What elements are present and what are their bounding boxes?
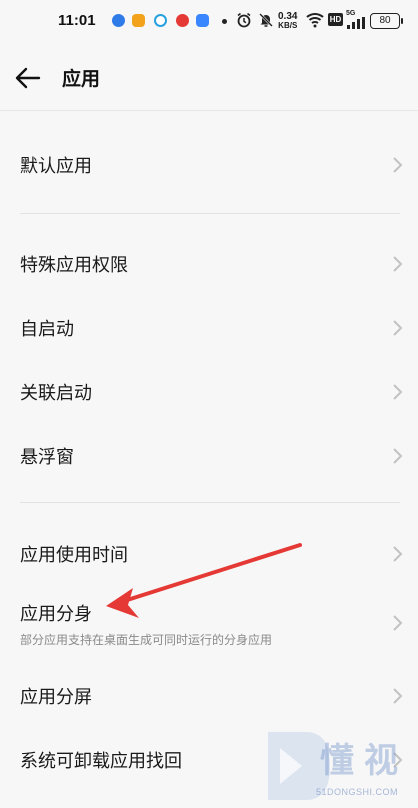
system-icons: 0.34 KB/S HD 5G 80 <box>222 10 412 32</box>
page-header: 应用 <box>0 44 418 114</box>
watermark-domain: 51DONGSHI.COM <box>316 787 399 797</box>
menu-item-label: 自启动 <box>20 319 74 340</box>
hd-badge: HD <box>328 13 343 26</box>
menu-item-label: 应用分身 <box>20 604 92 625</box>
notification-app-icon-5 <box>196 14 209 27</box>
menu-item-description: 部分应用支持在桌面生成可同时运行的分身应用 <box>20 633 273 647</box>
header-divider <box>0 110 418 111</box>
wifi-icon <box>306 13 324 28</box>
notification-app-icon-1 <box>112 14 125 27</box>
signal-type-label: 5G <box>346 10 356 17</box>
menu-item-split-screen[interactable]: 应用分屏 <box>0 662 418 726</box>
net-speed: 0.34 KB/S <box>278 12 297 30</box>
section-divider <box>20 213 400 214</box>
menu-item-label: 系统可卸载应用找回 <box>20 751 182 772</box>
chevron-right-icon <box>393 688 403 704</box>
menu-item-label: 默认应用 <box>20 156 92 177</box>
more-notifications-dot <box>222 19 227 24</box>
menu-item-label: 关联启动 <box>20 383 92 404</box>
menu-item-label: 应用使用时间 <box>20 545 128 566</box>
notification-app-icon-3 <box>154 14 167 27</box>
page-title: 应用 <box>62 68 101 90</box>
menu-item-default-apps[interactable]: 默认应用 <box>0 130 418 200</box>
notification-app-icon-2 <box>132 14 145 27</box>
notification-app-icon-4 <box>176 14 189 27</box>
chevron-right-icon <box>393 256 403 272</box>
chevron-right-icon <box>393 546 403 562</box>
menu-item-associated-start[interactable]: 关联启动 <box>0 358 418 422</box>
menu-item-floating-window[interactable]: 悬浮窗 <box>0 422 418 486</box>
menu-item-special-app-permissions[interactable]: 特殊应用权限 <box>0 230 418 296</box>
menu-item-label: 特殊应用权限 <box>20 255 128 276</box>
cellular-signal-icon <box>347 17 365 29</box>
chevron-right-icon <box>393 320 403 336</box>
menu-item-auto-start[interactable]: 自启动 <box>0 294 418 358</box>
battery-indicator: 80 <box>370 13 403 29</box>
menu-item-label: 应用分屏 <box>20 687 92 708</box>
section-divider <box>20 502 400 503</box>
menu-item-label: 悬浮窗 <box>20 447 74 468</box>
watermark-text: 懂视 <box>320 741 408 781</box>
status-bar: 11:01 0.34 KB/S HD 5G 80 <box>0 0 418 44</box>
menu-item-app-usage-time[interactable]: 应用使用时间 <box>0 520 418 584</box>
mute-bell-icon <box>259 13 273 27</box>
menu-item-app-clone[interactable]: 应用分身 部分应用支持在桌面生成可同时运行的分身应用 <box>0 584 418 662</box>
net-speed-unit: KB/S <box>278 21 298 30</box>
status-time: 11:01 <box>58 12 96 29</box>
chevron-right-icon <box>393 448 403 464</box>
chevron-right-icon <box>393 384 403 400</box>
back-arrow-icon[interactable] <box>12 62 44 94</box>
alarm-icon <box>237 12 251 28</box>
chevron-right-icon <box>393 615 403 631</box>
chevron-right-icon <box>393 157 403 173</box>
